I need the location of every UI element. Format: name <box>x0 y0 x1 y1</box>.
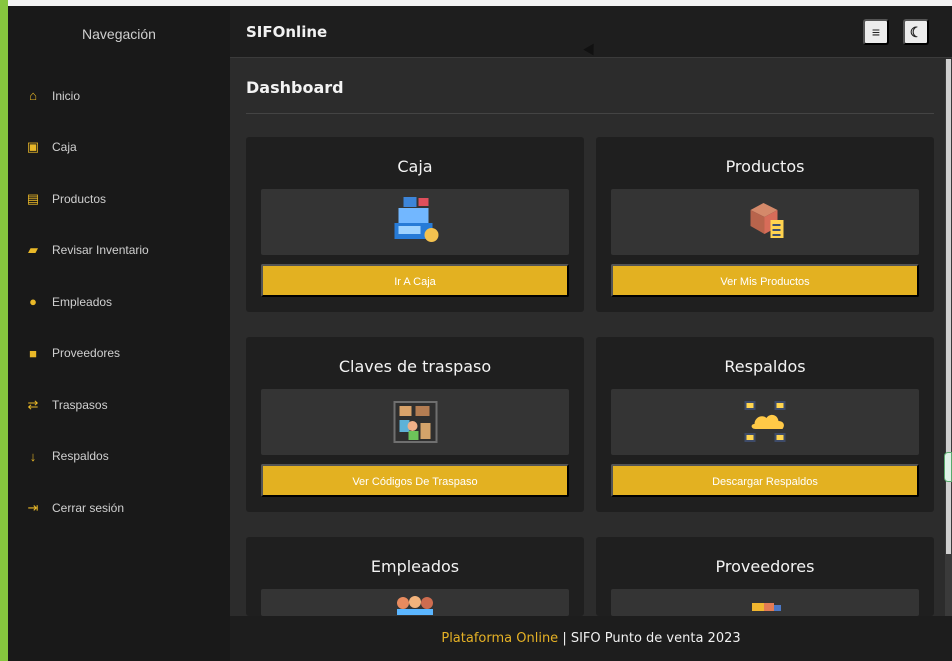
sidebar-item-label: Traspasos <box>52 397 108 412</box>
sidebar-item-productos[interactable]: ▤ Productos <box>8 173 230 225</box>
sidebar-item-label: Revisar Inventario <box>52 243 149 258</box>
cloud-backup-illustration <box>744 401 786 442</box>
content-scrollbar[interactable] <box>945 59 952 616</box>
card-empleados: Empleados <box>246 537 584 616</box>
card-title: Caja <box>397 157 433 176</box>
footer-platform-label: Plataforma Online <box>441 631 559 646</box>
sidebar-item-label: Respaldos <box>52 449 109 464</box>
sidebar-item-label: Proveedores <box>52 346 121 361</box>
card-title: Respaldos <box>724 357 806 376</box>
card-title: Claves de traspaso <box>338 357 492 376</box>
ver-mis-productos-button[interactable]: Ver Mis Productos <box>611 264 919 297</box>
exchange-icon: ⇄ <box>27 396 39 412</box>
hamburger-menu-icon: ≡ <box>871 24 881 40</box>
sidebar-item-inicio[interactable]: ⌂ Inicio <box>8 70 230 122</box>
cash-register-icon: ▣ <box>26 139 40 155</box>
warehouse-transfer-illustration <box>393 401 438 443</box>
descargar-respaldos-button[interactable]: Descargar Respaldos <box>611 464 919 497</box>
home-icon: ⌂ <box>29 88 37 104</box>
sidebar-item-label: Caja <box>52 140 77 155</box>
users-icon: ● <box>29 294 37 310</box>
footer-product-label: SIFO Punto de venta 2023 <box>570 631 741 646</box>
sidebar-title: Navegación <box>82 26 156 42</box>
sidebar-item-empleados[interactable]: ● Empleados <box>8 276 230 328</box>
card-respaldos: Respaldos Descargar Respaldos <box>596 337 934 512</box>
card-media <box>261 389 569 455</box>
menu-button[interactable]: ≡ <box>863 19 889 45</box>
card-proveedores: Proveedores <box>596 537 934 616</box>
product-box-clipboard-illustration <box>750 203 784 238</box>
boxes-icon: ▰ <box>28 242 38 258</box>
cash-register-illustration <box>394 197 439 242</box>
card-claves-de-traspaso: Claves de traspaso Ver Códigos De Traspa… <box>246 337 584 512</box>
sidebar-item-label: Inicio <box>52 88 81 103</box>
sidebar-item-label: Productos <box>52 191 107 206</box>
sidebar-item-cerrar-sesion[interactable]: ⇥ Cerrar sesión <box>8 482 230 534</box>
sidebar-item-proveedores[interactable]: ■ Proveedores <box>8 328 230 380</box>
card-title: Proveedores <box>715 557 815 576</box>
card-media <box>611 389 919 455</box>
supplier-illustration <box>752 602 781 611</box>
browser-edge <box>0 0 8 661</box>
footer: Plataforma Online | SIFO Punto de venta … <box>230 616 952 661</box>
side-extension-tab[interactable] <box>944 452 952 482</box>
sidebar-item-revisar-inventario[interactable]: ▰ Revisar Inventario <box>8 225 230 277</box>
card-media <box>611 589 919 616</box>
sidebar-item-caja[interactable]: ▣ Caja <box>8 122 230 174</box>
sidebar-nav: ⌂ Inicio ▣ Caja ▤ Productos ▰ Revisar In… <box>8 70 230 534</box>
sidebar: Navegación ⌂ Inicio ▣ Caja ▤ Productos ▰… <box>8 6 230 661</box>
card-productos: Productos Ver Mis Productos <box>596 137 934 312</box>
ir-a-caja-button[interactable]: Ir A Caja <box>261 264 569 297</box>
main-content: SIFOnline ≡ ☾ Dashboard Caja Ir A Caja P… <box>230 6 952 661</box>
sidebar-item-label: Cerrar sesión <box>52 500 125 515</box>
card-title: Productos <box>725 157 805 176</box>
theme-toggle-button[interactable]: ☾ <box>903 19 929 45</box>
truck-icon: ■ <box>29 345 37 361</box>
moon-icon: ☾ <box>909 23 923 40</box>
card-media <box>261 589 569 616</box>
sidebar-item-label: Empleados <box>52 294 113 309</box>
sidebar-item-traspasos[interactable]: ⇄ Traspasos <box>8 379 230 431</box>
page-title: Dashboard <box>246 78 344 97</box>
app-title: SIFOnline <box>246 22 328 41</box>
footer-separator: | <box>558 631 571 646</box>
sidebar-item-respaldos[interactable]: ↓ Respaldos <box>8 431 230 483</box>
sign-out-icon: ⇥ <box>27 499 39 515</box>
warehouse-icon: ▤ <box>26 190 40 206</box>
card-media <box>261 189 569 255</box>
arrow-down-icon: ↓ <box>29 448 37 464</box>
card-media <box>611 189 919 255</box>
card-caja: Caja Ir A Caja <box>246 137 584 312</box>
card-title: Empleados <box>370 557 460 576</box>
employees-illustration <box>397 595 433 615</box>
page-header: Dashboard <box>246 68 934 114</box>
ver-codigos-de-traspaso-button[interactable]: Ver Códigos De Traspaso <box>261 464 569 497</box>
